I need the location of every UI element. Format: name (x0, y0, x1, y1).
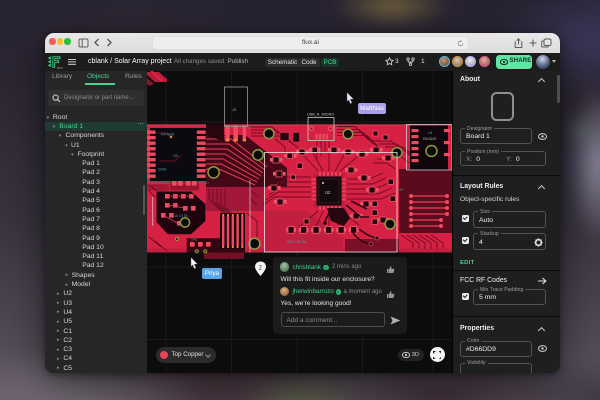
svg-text:PA1510D: PA1510D (423, 137, 437, 141)
svg-text:BETA: BETA (57, 66, 63, 69)
svg-text:U2: U2 (325, 190, 331, 195)
svg-text:U4: U4 (428, 131, 432, 135)
svg-text:RFM95: RFM95 (161, 132, 175, 137)
svg-text:U5: U5 (173, 154, 178, 158)
svg-text:J3: J3 (232, 108, 236, 112)
svg-text:TPS: TPS (191, 238, 197, 242)
svg-text:G6 CL R2 G6: G6 CL R2 G6 (287, 240, 306, 244)
svg-text:U10: U10 (397, 188, 403, 192)
svg-text:USB_B_MICRO: USB_B_MICRO (307, 113, 334, 117)
svg-text:C16 C4 D5: C16 C4 D5 (172, 214, 188, 218)
svg-text:DIO0: DIO0 (158, 168, 166, 172)
